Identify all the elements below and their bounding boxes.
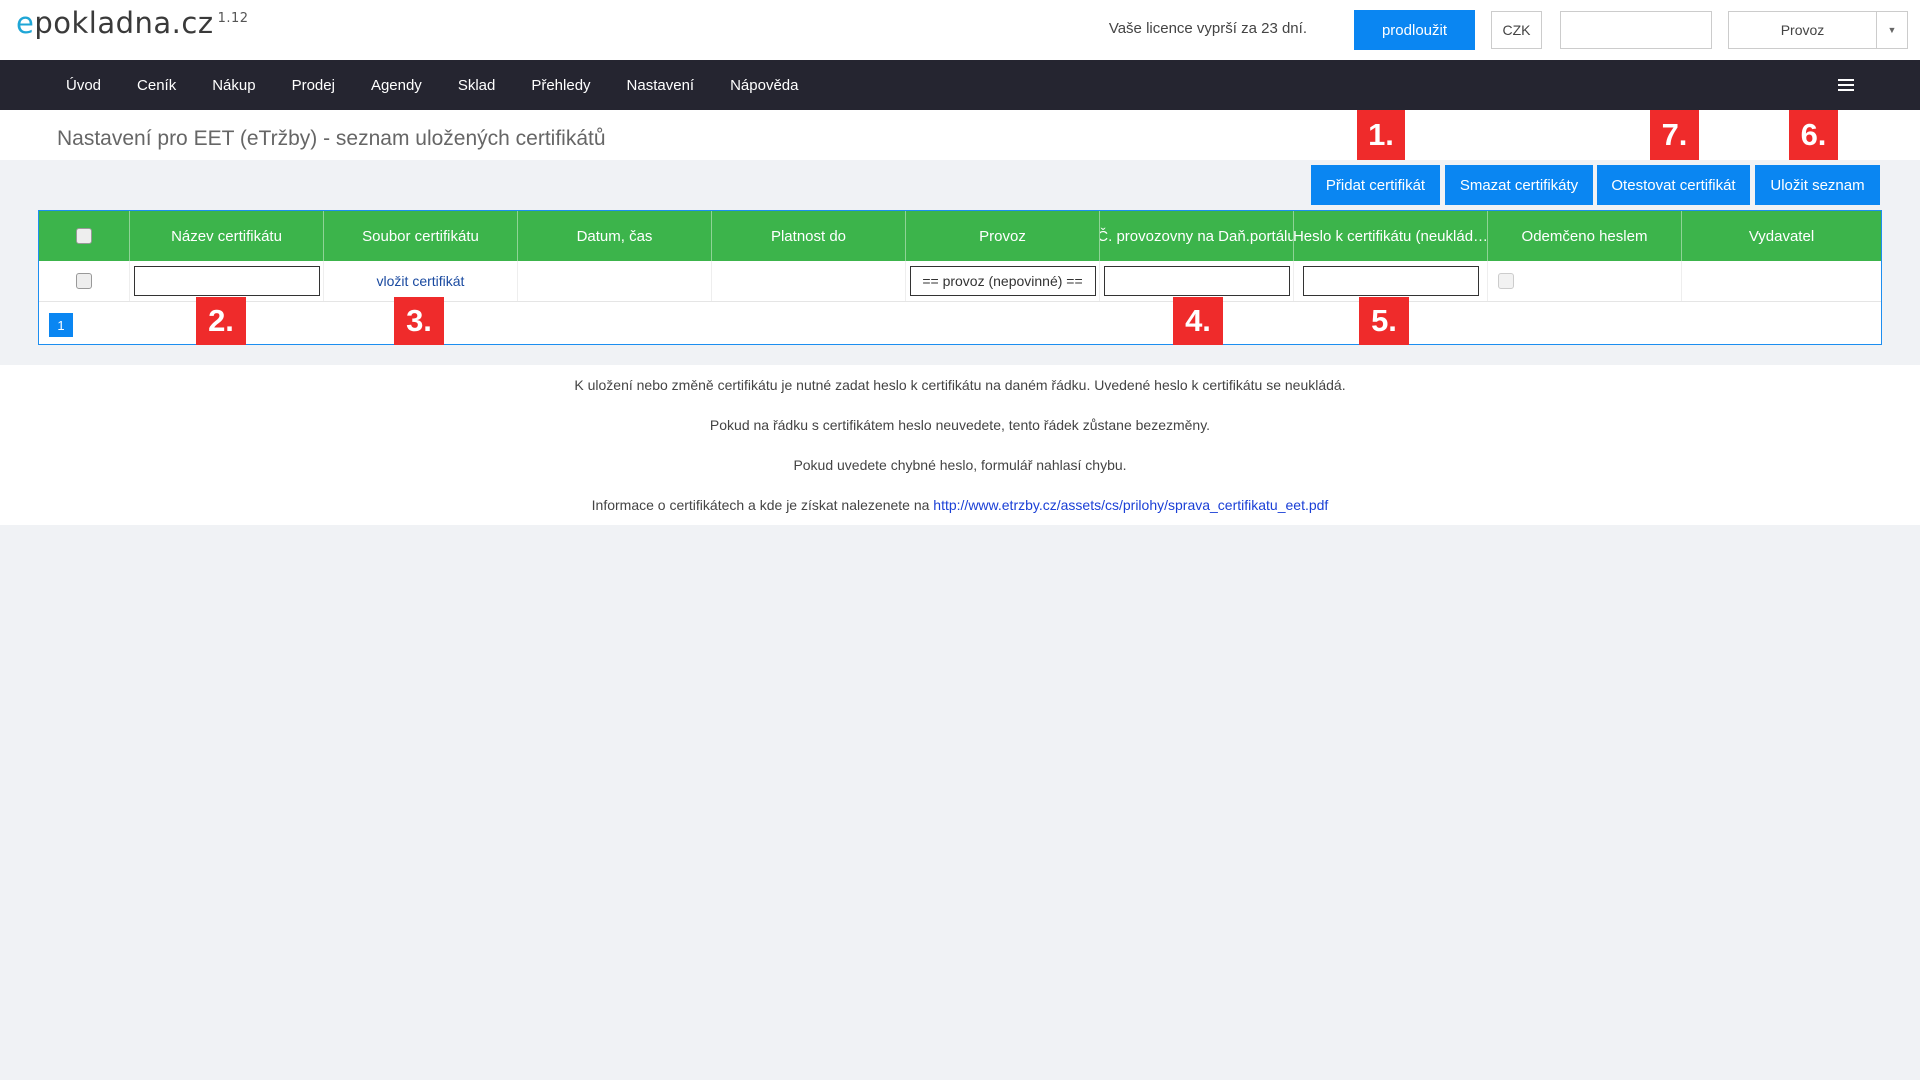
header-establishment-number[interactable]: Č. provozovny na Daň.portálu [1100,211,1294,261]
currency-button[interactable]: CZK [1491,11,1542,49]
provoz-select-label: Provoz [1780,22,1825,38]
save-list-button[interactable]: Uložit seznam [1755,165,1880,205]
info-line-3: Pokud uvedete chybné heslo, formulář nah… [793,457,1127,473]
pager-page-1[interactable]: 1 [49,313,73,337]
add-certificate-button[interactable]: Přidat certifikát [1311,165,1440,205]
annotation-marker-4: 4. [1173,297,1223,345]
annotation-marker-6: 6. [1789,110,1838,160]
page-title: Nastavení pro EET (eTržby) - seznam ulož… [57,127,606,150]
nav-item-prehledy[interactable]: Přehledy [513,77,608,94]
annotation-marker-3: 3. [394,297,444,345]
insert-certificate-link[interactable]: vložit certifikát [377,273,465,289]
nav-item-uvod[interactable]: Úvod [48,77,119,94]
certificate-grid: Název certifikátu Soubor certifikátu Dat… [38,210,1882,345]
version-label: 1.12 [217,11,249,27]
licence-text: Vaše licence vyprší za 23 dní. [1108,20,1307,37]
nav-item-cenik[interactable]: Ceník [119,77,194,94]
info-section: K uložení nebo změně certifikátu je nutn… [0,365,1920,525]
table-row: vložit certifikát == provoz (nepovinné) … [39,261,1881,302]
valid-until-cell [712,261,906,301]
annotation-marker-7: 7. [1650,110,1699,160]
header-select-all[interactable] [39,211,130,261]
title-bar: Nastavení pro EET (eTržby) - seznam ulož… [0,110,1920,160]
info-line-4: Informace o certifikátech a kde je získa… [591,497,1329,513]
provoz-select[interactable]: Provoz ▼ [1728,11,1908,49]
select-all-checkbox[interactable] [76,228,92,244]
renew-licence-button[interactable]: prodloužit [1354,10,1475,50]
header-valid-until[interactable]: Platnost do [712,211,906,261]
header-file[interactable]: Soubor certifikátu [324,211,518,261]
issuer-cell [1682,261,1881,301]
info-line-1: K uložení nebo změně certifikátu je nutn… [574,377,1346,393]
grid-header: Název certifikátu Soubor certifikátu Dat… [39,211,1881,261]
test-certificate-button[interactable]: Otestovat certifikát [1597,165,1750,205]
establishment-number-input[interactable] [1103,266,1290,296]
annotation-marker-2: 2. [196,297,246,345]
header-name[interactable]: Název certifikátu [130,211,324,261]
user-box[interactable] [1560,11,1712,49]
certificate-password-input[interactable] [1302,266,1479,296]
nav-item-sklad[interactable]: Sklad [440,77,514,94]
row-provoz-select[interactable]: == provoz (nepovinné) == [909,266,1096,296]
header-provoz[interactable]: Provoz [906,211,1100,261]
chevron-down-icon[interactable]: ▼ [1876,12,1907,48]
nav-item-nastaveni[interactable]: Nastavení [609,77,713,94]
nav-item-prodej[interactable]: Prodej [274,77,353,94]
logo[interactable]: epokladna.cz 1.12 [16,6,249,40]
unlocked-checkbox [1498,273,1514,289]
nav-item-agendy[interactable]: Agendy [353,77,440,94]
datetime-cell [518,261,712,301]
nav-item-napoveda[interactable]: Nápověda [712,77,816,94]
info-line-2: Pokud na řádku s certifikátem heslo neuv… [709,417,1211,433]
top-bar: epokladna.cz 1.12 Vaše licence vyprší za … [0,0,1920,60]
main-nav: Úvod Ceník Nákup Prodej Agendy Sklad Pře… [0,60,1920,110]
annotation-marker-1: 1. [1357,110,1405,160]
certificate-info-link[interactable]: http://www.etrzby.cz/assets/cs/prilohy/s… [933,497,1328,513]
header-datetime[interactable]: Datum, čas [518,211,712,261]
header-issuer[interactable]: Vydavatel [1682,211,1881,261]
annotation-marker-5: 5. [1359,297,1409,345]
menu-icon[interactable] [1838,79,1854,91]
header-unlocked[interactable]: Odemčeno heslem [1488,211,1682,261]
certificate-name-input[interactable] [133,266,320,296]
nav-item-nakup[interactable]: Nákup [194,77,273,94]
delete-certificates-button[interactable]: Smazat certifikáty [1445,165,1593,205]
row-checkbox[interactable] [76,273,92,289]
header-password[interactable]: Heslo k certifikátu (neuklád… [1294,211,1488,261]
